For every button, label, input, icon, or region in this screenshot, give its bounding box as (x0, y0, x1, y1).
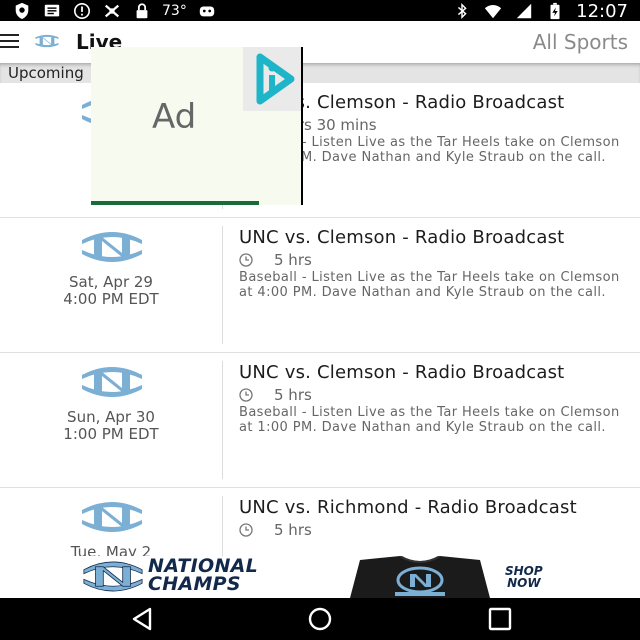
event-date: Sun, Apr 30 (67, 408, 155, 426)
unc-logo (82, 232, 142, 262)
event-row[interactable]: Sat, Apr 29 4:00 PM EDT UNC vs. Clemson … (0, 218, 640, 353)
screen: 73° 12:07 Live All Sports Upcoming UNC v… (0, 0, 640, 640)
event-details: UNC vs. Clemson - Radio Broadcast 5 hrs … (239, 228, 634, 300)
status-right-icons: 12:07 (452, 0, 628, 22)
event-date: Sat, Apr 29 (69, 273, 153, 291)
message-icon (42, 2, 62, 20)
event-date-column: Sat, Apr 29 4:00 PM EDT (0, 218, 222, 353)
status-left-icons: 73° (12, 1, 217, 21)
event-row[interactable]: Sun, Apr 30 1:00 PM EDT UNC vs. Clemson … (0, 353, 640, 488)
event-date-column: Sun, Apr 30 1:00 PM EDT (0, 353, 222, 488)
tshirt-image (350, 556, 490, 598)
event-description: Baseball - Listen Live as the Tar Heels … (239, 270, 620, 300)
event-title: UNC vs. Richmond - Radio Broadcast (239, 497, 577, 518)
event-time: 1:00 PM EDT (63, 425, 159, 443)
status-bar: 73° 12:07 (0, 0, 640, 22)
unc-logo (33, 33, 61, 49)
ad-label: Ad (152, 97, 197, 137)
bluetooth-icon (452, 2, 472, 20)
navigation-bar (0, 598, 640, 640)
event-details: UNC vs. Clemson - Radio Broadcast 5 hrs … (239, 363, 634, 435)
event-date: Tue, May 2 (70, 543, 152, 557)
gamepad-icon (197, 2, 217, 20)
fan-icon (102, 2, 122, 20)
event-duration-row: 5 hrs (239, 251, 634, 269)
clock-icon (239, 253, 253, 267)
clock-icon (239, 523, 253, 537)
event-description: Baseball - Listen Live as the Tar Heels … (239, 405, 620, 435)
banner-ad[interactable]: NATIONAL CHAMPS SHOP NOW (0, 556, 640, 598)
temperature: 73° (162, 3, 187, 19)
shop-now-link[interactable]: SHOP NOW (505, 565, 543, 589)
banner-headline: NATIONAL CHAMPS (148, 557, 258, 595)
event-duration: 5 hrs (274, 251, 312, 269)
event-time: 4:00 PM EDT (63, 290, 159, 308)
divider (222, 361, 223, 479)
event-duration-row: 5 hrs (239, 386, 634, 404)
back-icon[interactable] (128, 606, 156, 632)
unc-logo (83, 561, 143, 592)
alert-icon (72, 2, 92, 20)
event-title: UNC vs. Clemson - Radio Broadcast (239, 362, 565, 383)
event-duration-row: 5 hrs (239, 521, 634, 539)
battery-charging-icon (545, 2, 565, 20)
divider (222, 226, 223, 344)
event-title: UNC vs. Clemson - Radio Broadcast (239, 227, 565, 248)
event-row[interactable]: Tue, May 2 UNC vs. Richmond - Radio Broa… (0, 488, 640, 556)
clock-icon (239, 388, 253, 402)
signal-icon (514, 2, 534, 20)
home-icon[interactable] (306, 606, 334, 632)
unc-logo (82, 367, 142, 397)
event-details: UNC vs. Richmond - Radio Broadcast 5 hrs (239, 498, 634, 541)
menu-icon[interactable] (0, 31, 22, 51)
unc-logo (82, 502, 142, 532)
event-date-column: Tue, May 2 (0, 488, 222, 556)
ad-overlay[interactable]: Ad (91, 47, 303, 205)
sport-filter-dropdown[interactable]: All Sports (533, 30, 628, 54)
recents-icon[interactable] (486, 606, 514, 632)
event-duration: 5 hrs (274, 386, 312, 404)
clock-time: 12:07 (576, 0, 628, 22)
lock-icon (132, 2, 152, 20)
shield-icon (12, 2, 32, 20)
banner-cta-line-2: NOW (507, 576, 541, 590)
ad-choices-icon[interactable] (243, 47, 301, 111)
wifi-icon (483, 2, 503, 20)
divider (222, 496, 223, 556)
event-duration: 5 hrs (274, 521, 312, 539)
ad-progress-bar (91, 201, 259, 205)
banner-headline-line-2: CHAMPS (148, 573, 241, 595)
